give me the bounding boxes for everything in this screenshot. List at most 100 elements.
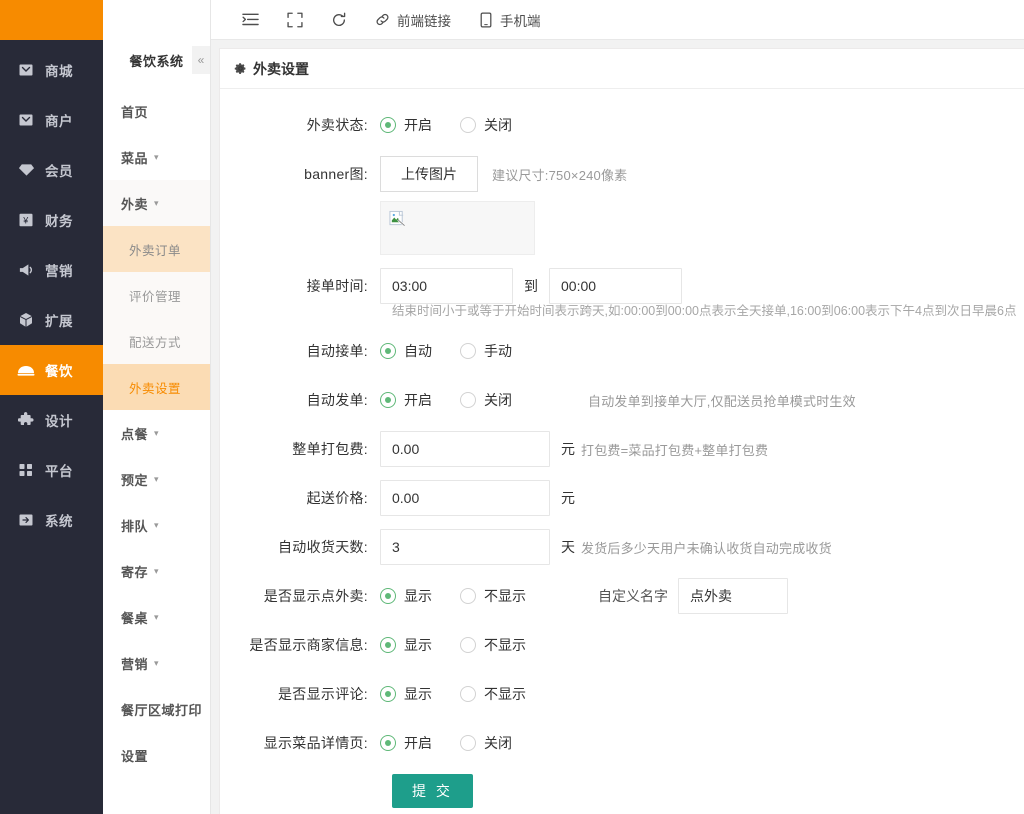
radio-show-comments-1[interactable]: 不显示 [460,684,526,704]
broken-image-icon [389,210,406,230]
sidebar-item-9[interactable]: 系统 [0,495,103,545]
radio-show-takeout-entry-1[interactable]: 不显示 [460,586,526,606]
sidebar-item-6[interactable]: 餐饮 [0,345,103,395]
toolbar-item-fullscreen[interactable] [273,0,317,40]
custom-name-input[interactable] [678,578,788,614]
min-price-input[interactable] [380,480,550,516]
auto-receive-days-input[interactable] [380,529,550,565]
field-label: 显示菜品详情页: [220,725,380,761]
upload-image-button[interactable]: 上传图片 [380,156,478,192]
sidebar-item-5[interactable]: 扩展 [0,295,103,345]
chevron-left-icon: « [198,53,205,67]
toolbar-item-refresh[interactable] [317,0,361,40]
svg-text:¥: ¥ [22,216,29,226]
secondary-sidebar-header: 餐饮系统 « [103,40,210,80]
card-title: 外卖设置 [253,59,309,79]
sidebar-item-label: 商城 [45,60,73,80]
sidebar-item-3[interactable]: ¥财务 [0,195,103,245]
toolbar-item-menu-collapse[interactable] [228,0,273,40]
subnav-item-1[interactable]: 菜品▾ [103,134,210,180]
subnav-item-13[interactable]: 餐厅区域打印 [103,686,210,732]
radio-show-merchant-info-0[interactable]: 显示 [380,635,432,655]
radio-auto-accept-1[interactable]: 手动 [460,341,512,361]
chevron-down-icon: ▾ [154,612,159,623]
chevron-down-icon: ▾ [154,658,159,669]
field-show-takeout-entry: 是否显示点外卖: 显示 不显示 [220,578,1024,614]
secondary-sidebar-list: 首页菜品▾外卖▾外卖订单评价管理配送方式外卖设置点餐▾预定▾排队▾寄存▾餐桌▾营… [103,80,210,778]
order-time-end-input[interactable] [549,268,682,304]
sidebar-item-label: 设计 [45,410,73,430]
subnav-item-12[interactable]: 营销▾ [103,640,210,686]
toolbar-item-link[interactable]: 前端链接 [361,0,465,40]
subnav-item-6[interactable]: 外卖设置 [103,364,210,410]
field-label: 起送价格: [220,480,380,516]
subnav-item-3[interactable]: 外卖订单 [103,226,210,272]
subnav-item-8[interactable]: 预定▾ [103,456,210,502]
radio-show-dish-detail-1[interactable]: 关闭 [460,733,512,753]
packing-fee-input[interactable] [380,431,550,467]
field-show-merchant-info: 是否显示商家信息: 显示 不显示 [220,627,1024,663]
sidebar-item-4[interactable]: 营销 [0,245,103,295]
subnav-item-0[interactable]: 首页 [103,88,210,134]
subnav-item-11[interactable]: 餐桌▾ [103,594,210,640]
toolbar-item-mobile[interactable]: 手机端 [465,0,555,40]
radio-show-merchant-info-1[interactable]: 不显示 [460,635,526,655]
sidebar-item-0[interactable]: 商城 [0,45,103,95]
field-min-price: 起送价格: 元 [220,480,1024,516]
subnav-item-7[interactable]: 点餐▾ [103,410,210,456]
radio-label: 手动 [484,341,512,361]
order-time-start-input[interactable] [380,268,513,304]
radio-group-show-dish-detail: 开启 关闭 [380,725,540,761]
chevron-down-icon: ▾ [154,198,159,209]
radio-auto-dispatch-0[interactable]: 开启 [380,390,432,410]
subnav-item-9[interactable]: 排队▾ [103,502,210,548]
sidebar-item-2[interactable]: 会员 [0,145,103,195]
system-icon [17,511,35,529]
radio-show-dish-detail-0[interactable]: 开启 [380,733,432,753]
app-root: 商城商户会员¥财务营销扩展餐饮设计平台系统 餐饮系统 « 首页菜品▾外卖▾外卖订… [0,0,1024,814]
megaphone-icon [17,261,35,279]
radio-auto-dispatch-1[interactable]: 关闭 [460,390,512,410]
submit-button[interactable]: 提 交 [392,774,473,808]
custom-name-label: 自定义名字 [598,586,668,606]
subnav-item-14[interactable]: 设置 [103,732,210,778]
order-time-hint-row: 结束时间小于或等于开始时间表示跨天,如:00:00到00:00点表示全天接单,1… [380,300,1024,319]
radio-takeout-status-1[interactable]: 关闭 [460,115,512,135]
sidebar-item-1[interactable]: 商户 [0,95,103,145]
subnav-item-2[interactable]: 外卖▾ [103,180,210,226]
sidebar-item-label: 平台 [45,460,73,480]
radio-takeout-status-0[interactable]: 开启 [380,115,432,135]
order-time-hint: 结束时间小于或等于开始时间表示跨天,如:00:00到00:00点表示全天接单,1… [392,304,1016,318]
primary-sidebar: 商城商户会员¥财务营销扩展餐饮设计平台系统 [0,0,103,814]
field-order-time: 接单时间: 到 [220,268,1024,304]
radio-auto-accept-0[interactable]: 自动 [380,341,432,361]
subnav-item-4[interactable]: 评价管理 [103,272,210,318]
field-label: 外卖状态: [220,107,380,143]
subnav-item-5[interactable]: 配送方式 [103,318,210,364]
radio-group-show-takeout-entry: 显示 不显示 [380,578,554,614]
subnav-item-label: 餐厅区域打印 [121,700,202,719]
radio-show-takeout-entry-0[interactable]: 显示 [380,586,432,606]
packing-fee-unit: 元 [561,431,575,467]
radio-dot-icon [460,686,476,702]
toolbar-item-label: 前端链接 [397,10,451,30]
radio-dot-icon [380,637,396,653]
subnav-item-10[interactable]: 寄存▾ [103,548,210,594]
radio-dot-icon [460,392,476,408]
radio-group-show-merchant-info: 显示 不显示 [380,627,554,663]
field-label: 自动发单: [220,382,380,418]
field-packing-fee: 整单打包费: 元 打包费=菜品打包费+整单打包费 [220,431,1024,467]
grid-icon [17,461,35,479]
field-label: 是否显示商家信息: [220,627,380,663]
toolbar-item-label: 手机端 [500,10,541,30]
field-label: 是否显示评论: [220,676,380,712]
sidebar-item-7[interactable]: 设计 [0,395,103,445]
field-label: 是否显示点外卖: [220,578,380,614]
chevron-down-icon: ▾ [154,428,159,439]
collapse-sidebar-button[interactable]: « [192,46,210,74]
settings-form: 外卖状态: 开启 关闭 [220,89,1024,808]
fullscreen-icon [287,12,303,28]
radio-show-comments-0[interactable]: 显示 [380,684,432,704]
sidebar-item-8[interactable]: 平台 [0,445,103,495]
top-toolbar: 前端链接 手机端 [211,0,1024,40]
